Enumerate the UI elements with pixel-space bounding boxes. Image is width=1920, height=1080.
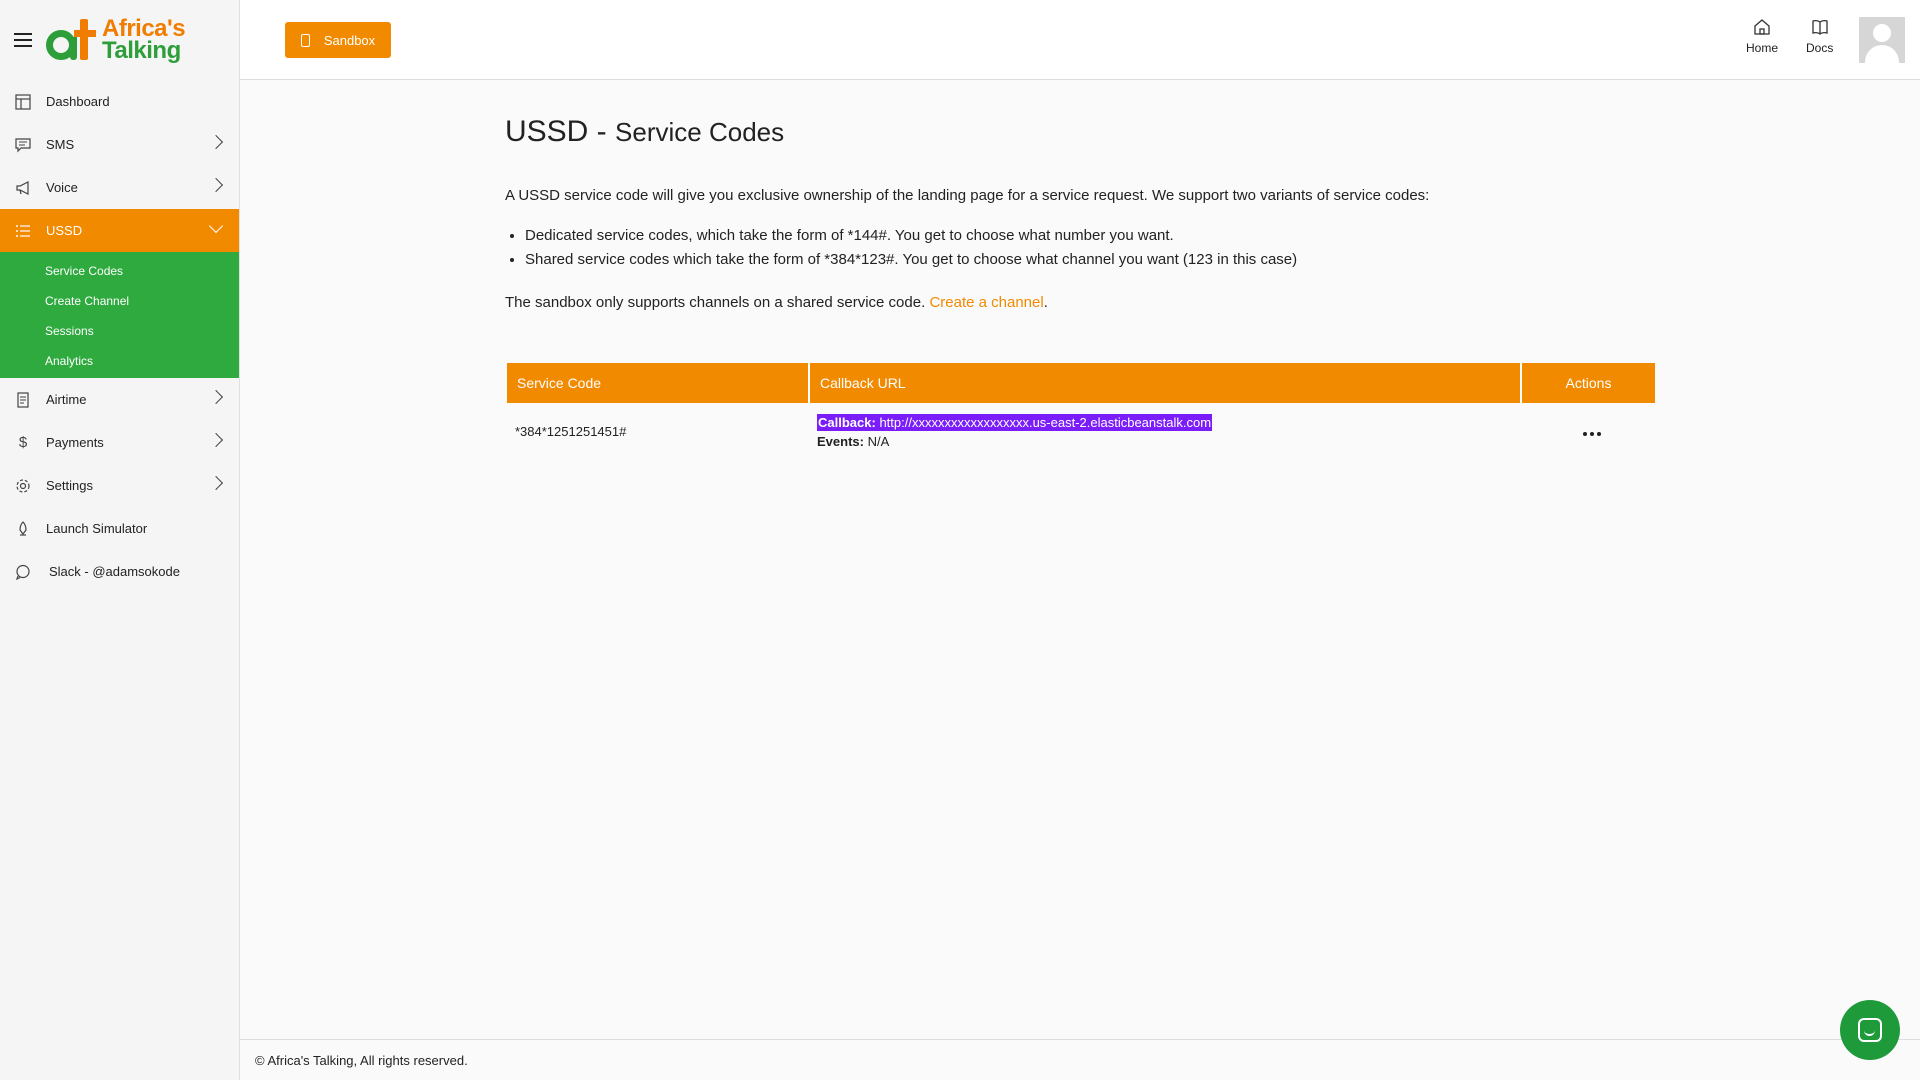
logo-text: Africa's Talking (102, 17, 186, 64)
rocket-icon (14, 520, 32, 538)
book-icon (1812, 20, 1828, 35)
sidebar-item-label: Airtime (46, 392, 87, 407)
home-icon (1754, 19, 1770, 35)
sidebar-item-label: USSD (46, 223, 83, 238)
dollar-icon: $ (18, 434, 28, 451)
create-channel-link[interactable]: Create a channel (929, 294, 1043, 311)
sidebar-nav: Dashboard SMS Voice USSD (0, 80, 239, 252)
ussd-submenu: Service Codes Create Channel Sessions An… (0, 252, 239, 378)
service-code-cell: *384*1251251451# (515, 424, 627, 439)
logo-mark (46, 17, 100, 63)
menu-icon[interactable] (14, 33, 32, 47)
sidebar-item-label: Voice (46, 180, 78, 195)
submenu-item-service-codes[interactable]: Service Codes (0, 256, 239, 286)
receipt-icon (14, 391, 32, 409)
sidebar-item-voice[interactable]: Voice (0, 166, 239, 209)
sandbox-note-text: The sandbox only supports channels on a … (505, 294, 926, 311)
submenu-item-analytics[interactable]: Analytics (0, 346, 239, 376)
chevron-right-icon (208, 475, 224, 491)
footer: © Africa's Talking, All rights reserved. (240, 1039, 1920, 1080)
main-card: USSD - Service Codes A USSD service code… (460, 95, 1671, 505)
service-codes-table: Service Code Callback URL Actions *384*1… (507, 363, 1655, 460)
sidebar-item-dashboard[interactable]: Dashboard (0, 80, 239, 123)
sidebar-item-slack[interactable]: Slack - @adamsokode (0, 550, 239, 593)
chevron-right-icon (208, 134, 224, 150)
list-icon (14, 222, 32, 240)
megaphone-icon (14, 179, 32, 197)
chevron-right-icon (208, 389, 224, 405)
events-line: Events: N/A (817, 434, 1521, 449)
callback-url: http://xxxxxxxxxxxxxxxxxx.us-east-2.elas… (879, 415, 1212, 430)
actions-cell (1521, 403, 1655, 460)
sandbox-note-end: . (1043, 294, 1048, 311)
page-title: USSD - Service Codes (505, 115, 784, 149)
submenu-item-create-channel[interactable]: Create Channel (0, 286, 239, 316)
sandbox-note: The sandbox only supports channels on a … (505, 294, 1048, 311)
copyright-text: © Africa's Talking, All rights reserved. (255, 1053, 468, 1068)
table-header-row: Service Code Callback URL Actions (507, 363, 1655, 403)
home-link[interactable]: Home (1746, 18, 1778, 55)
sidebar-item-label: SMS (46, 137, 75, 152)
table-row: *384*1251251451# Callback: http://xxxxxx… (507, 403, 1655, 460)
dashboard-icon (14, 93, 32, 111)
brand-bar: Africa's Talking (0, 0, 239, 80)
chat-bubble-icon (1858, 1018, 1882, 1042)
sidebar-item-sms[interactable]: SMS (0, 123, 239, 166)
callback-label: Callback: (818, 415, 876, 430)
chevron-right-icon (208, 177, 224, 193)
docs-label: Docs (1806, 41, 1834, 55)
gear-icon (14, 477, 32, 495)
sandbox-label: Sandbox (323, 32, 376, 48)
sidebar: Africa's Talking Dashboard SMS Voice USS… (0, 0, 240, 1080)
docs-link[interactable]: Docs (1806, 18, 1833, 55)
more-options-icon[interactable] (1583, 432, 1601, 436)
logo-text-line2: Talking (102, 37, 181, 64)
sidebar-item-payments[interactable]: $ Payments (0, 421, 239, 464)
home-label: Home (1746, 41, 1779, 55)
column-header-service-code: Service Code (507, 363, 810, 403)
sidebar-item-label: Slack - @adamsokode (49, 564, 180, 579)
sidebar-item-launch-simulator[interactable]: Launch Simulator (0, 507, 239, 550)
chat-icon (14, 563, 32, 581)
events-label: Events: (817, 434, 864, 449)
support-chat-button[interactable] (1840, 1000, 1900, 1060)
list-item: Shared service codes which take the form… (525, 251, 1297, 268)
sandbox-button[interactable]: Sandbox (285, 22, 391, 58)
submenu-item-sessions[interactable]: Sessions (0, 316, 239, 346)
page-title-main: USSD - (505, 115, 607, 148)
sidebar-nav-lower: Airtime $ Payments Settings Launch Simul… (0, 378, 239, 593)
callback-line: Callback: http://xxxxxxxxxxxxxxxxxx.us-e… (817, 414, 1213, 431)
column-header-callback-url: Callback URL (809, 363, 1522, 403)
callback-cell: Callback: http://xxxxxxxxxxxxxxxxxx.us-e… (809, 403, 1521, 460)
chevron-right-icon (208, 432, 224, 448)
avatar[interactable] (1859, 17, 1905, 63)
sidebar-item-label: Launch Simulator (46, 521, 148, 536)
top-bar: Sandbox Home Docs (240, 0, 1920, 80)
sidebar-item-settings[interactable]: Settings (0, 464, 239, 507)
events-value: N/A (867, 434, 890, 449)
page-title-sub: Service Codes (615, 117, 785, 147)
variant-list: Dedicated service codes, which take the … (525, 227, 1297, 275)
logo[interactable]: Africa's Talking (46, 17, 186, 64)
message-icon (14, 136, 32, 154)
sidebar-item-airtime[interactable]: Airtime (0, 378, 239, 421)
column-header-actions: Actions (1521, 363, 1655, 403)
sidebar-item-ussd[interactable]: USSD (0, 209, 239, 252)
chevron-down-icon (208, 218, 224, 234)
list-item: Dedicated service codes, which take the … (525, 227, 1297, 244)
sidebar-item-label: Settings (46, 478, 93, 493)
phone-icon (300, 33, 310, 47)
sidebar-item-label: Dashboard (46, 94, 110, 109)
sidebar-item-label: Payments (46, 435, 104, 450)
intro-text: A USSD service code will give you exclus… (505, 187, 1430, 204)
